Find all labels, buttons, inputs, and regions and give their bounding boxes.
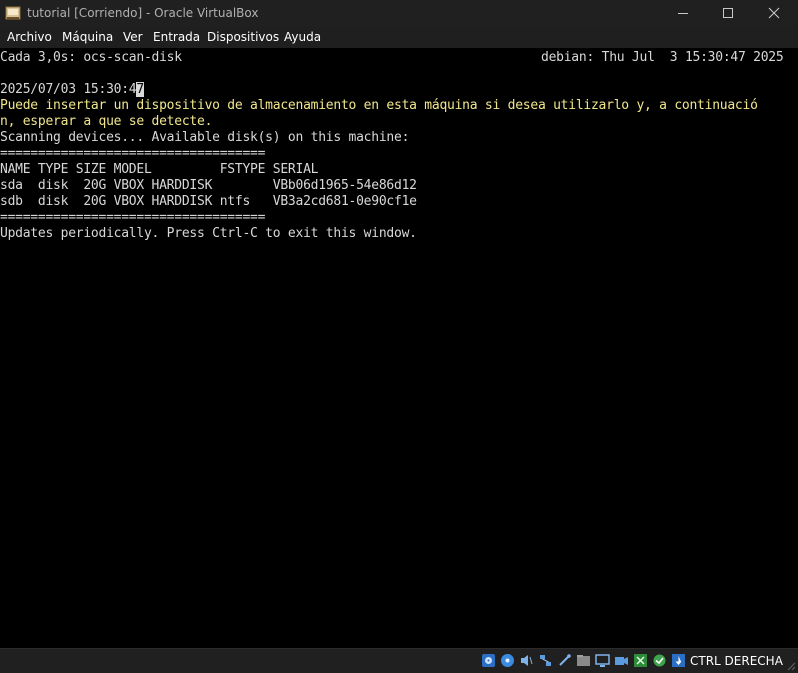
virtualbox-window: tutorial [Corriendo] - Oracle VirtualBox… bbox=[0, 0, 798, 673]
insert-device-message-line1: Puede insertar un dispositivo de almacen… bbox=[0, 98, 758, 113]
minimize-icon bbox=[678, 13, 688, 14]
close-icon bbox=[768, 7, 780, 19]
maximize-icon bbox=[723, 8, 733, 18]
shared-folders-icon[interactable] bbox=[576, 653, 591, 668]
network-icon[interactable] bbox=[538, 653, 553, 668]
menu-entrada[interactable]: Entrada bbox=[153, 30, 200, 44]
display-icon[interactable] bbox=[595, 653, 610, 668]
title-bar[interactable]: tutorial [Corriendo] - Oracle VirtualBox bbox=[0, 0, 798, 26]
usb-icon[interactable] bbox=[557, 653, 572, 668]
recording-icon[interactable] bbox=[633, 653, 648, 668]
vm-screen[interactable]: Cada 3,0s: ocs-scan-disk debian: Thu Jul… bbox=[0, 48, 798, 648]
separator-bottom: =================================== bbox=[0, 210, 266, 225]
menu-ver[interactable]: Ver bbox=[123, 30, 143, 44]
close-button[interactable] bbox=[751, 0, 797, 26]
terminal-cursor: 7 bbox=[136, 82, 144, 97]
optical-drive-icon[interactable] bbox=[500, 653, 515, 668]
disk-table-header: NAME TYPE SIZE MODEL FSTYPE SERIAL bbox=[0, 162, 319, 177]
timestamp-text: 2025/07/03 15:30:4 bbox=[0, 82, 137, 97]
watch-header-right: debian: Thu Jul 3 15:30:47 2025 bbox=[541, 50, 784, 65]
maximize-button[interactable] bbox=[705, 0, 751, 26]
timestamp-line: 2025/07/03 15:30:47 bbox=[0, 82, 144, 98]
hard-disk-icon[interactable] bbox=[481, 653, 496, 668]
minimize-button[interactable] bbox=[660, 0, 706, 26]
disk-row-sdb: sdb disk 20G VBOX HARDDISK ntfs VB3a2cd6… bbox=[0, 194, 417, 209]
status-bar: CTRL DERECHA bbox=[0, 648, 798, 673]
resize-grip-icon[interactable] bbox=[786, 661, 796, 671]
menu-maquina[interactable]: Máquina bbox=[62, 30, 113, 44]
host-key-label: CTRL DERECHA bbox=[690, 654, 783, 668]
audio-icon[interactable] bbox=[519, 653, 534, 668]
watch-header-left: Cada 3,0s: ocs-scan-disk bbox=[0, 50, 182, 65]
updates-footer-line: Updates periodically. Press Ctrl-C to ex… bbox=[0, 226, 417, 241]
menu-bar: Archivo Máquina Ver Entrada Dispositivos… bbox=[0, 26, 798, 49]
separator-top: =================================== bbox=[0, 146, 266, 161]
video-capture-icon[interactable] bbox=[614, 653, 629, 668]
disk-row-sda: sda disk 20G VBOX HARDDISK VBb06d1965-54… bbox=[0, 178, 417, 193]
menu-dispositivos[interactable]: Dispositivos bbox=[207, 30, 279, 44]
mouse-integration-icon[interactable] bbox=[671, 653, 686, 668]
menu-archivo[interactable]: Archivo bbox=[7, 30, 52, 44]
cpu-icon[interactable] bbox=[652, 653, 667, 668]
virtualbox-app-icon bbox=[5, 6, 21, 20]
window-title: tutorial [Corriendo] - Oracle VirtualBox bbox=[27, 6, 259, 20]
insert-device-message-line2: n, esperar a que se detecte. bbox=[0, 114, 213, 129]
scanning-devices-line: Scanning devices... Available disk(s) on… bbox=[0, 130, 410, 145]
menu-ayuda[interactable]: Ayuda bbox=[284, 30, 321, 44]
